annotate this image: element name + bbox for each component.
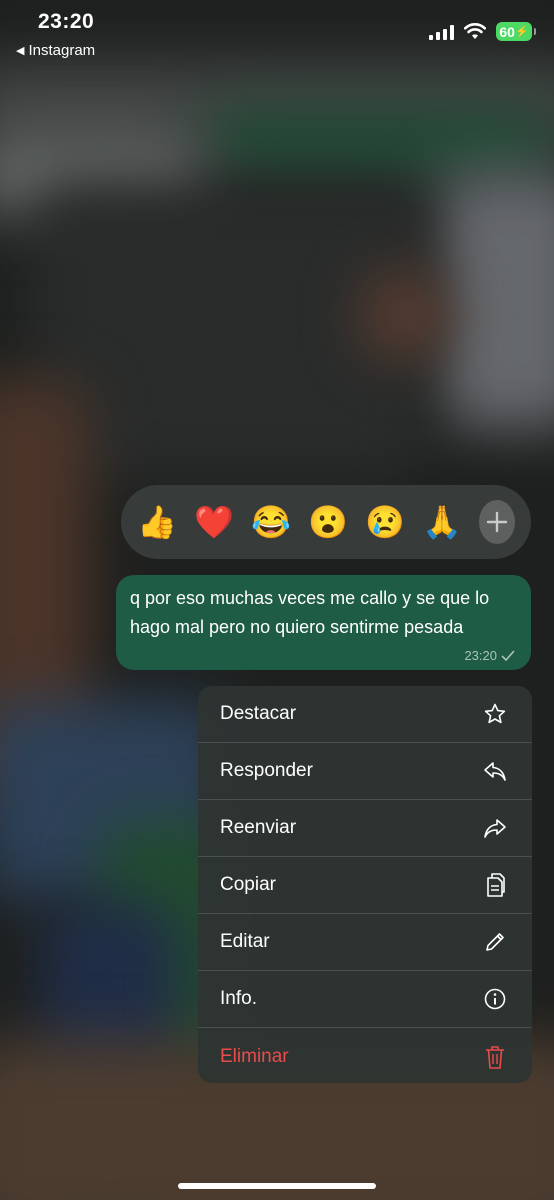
menu-item-destacar[interactable]: Destacar bbox=[198, 686, 532, 743]
battery-level: 60 bbox=[499, 23, 515, 40]
menu-item-eliminar[interactable]: Eliminar bbox=[198, 1028, 532, 1083]
menu-item-label: Info. bbox=[220, 988, 257, 1009]
menu-item-label: Reenviar bbox=[220, 817, 297, 838]
plus-icon bbox=[486, 511, 508, 533]
menu-item-info[interactable]: Info. bbox=[198, 971, 532, 1028]
menu-item-label: Eliminar bbox=[220, 1045, 289, 1067]
reaction-tears-of-joy[interactable]: 😂 bbox=[251, 506, 291, 538]
menu-item-responder[interactable]: Responder bbox=[198, 743, 532, 800]
menu-item-label: Destacar bbox=[220, 703, 297, 724]
message-context-menu: Destacar Responder Reenviar Copiar Edita… bbox=[198, 686, 532, 1083]
info-icon bbox=[482, 986, 508, 1012]
message-bubble[interactable]: q por eso muchas veces me callo y se que… bbox=[116, 575, 531, 670]
message-text: q por eso muchas veces me callo y se que… bbox=[130, 588, 490, 637]
reaction-praying[interactable]: 🙏 bbox=[422, 506, 462, 538]
home-indicator[interactable] bbox=[178, 1183, 376, 1189]
reaction-heart[interactable]: ❤️ bbox=[194, 506, 234, 538]
reaction-thumbs-up[interactable]: 👍 bbox=[137, 506, 177, 538]
message-meta: 23:20 bbox=[464, 648, 515, 663]
forward-icon bbox=[482, 815, 508, 841]
menu-item-label: Responder bbox=[220, 760, 313, 781]
back-label: Instagram bbox=[28, 42, 96, 59]
star-icon bbox=[482, 701, 508, 727]
pencil-icon bbox=[482, 929, 508, 955]
menu-item-label: Editar bbox=[220, 931, 270, 952]
copy-icon bbox=[482, 872, 508, 898]
cellular-signal-icon bbox=[429, 24, 454, 40]
reply-icon bbox=[482, 758, 508, 784]
battery-icon: 60 ⚡ bbox=[496, 22, 536, 41]
check-icon bbox=[501, 650, 515, 661]
menu-item-copiar[interactable]: Copiar bbox=[198, 857, 532, 914]
trash-icon bbox=[482, 1044, 508, 1070]
reaction-surprised[interactable]: 😮 bbox=[308, 506, 348, 538]
reaction-bar: 👍 ❤️ 😂 😮 😢 🙏 bbox=[121, 485, 531, 559]
reaction-crying[interactable]: 😢 bbox=[365, 506, 405, 538]
wifi-icon bbox=[464, 23, 486, 39]
menu-item-editar[interactable]: Editar bbox=[198, 914, 532, 971]
menu-item-label: Copiar bbox=[220, 874, 276, 895]
message-time: 23:20 bbox=[464, 648, 497, 663]
menu-item-reenviar[interactable]: Reenviar bbox=[198, 800, 532, 857]
back-arrow-icon: ◀ bbox=[16, 45, 25, 57]
more-reactions-button[interactable] bbox=[479, 500, 515, 544]
status-indicators: 60 ⚡ bbox=[429, 22, 536, 41]
back-to-instagram-link[interactable]: ◀ Instagram bbox=[16, 42, 95, 59]
status-time: 23:20 bbox=[38, 10, 95, 33]
